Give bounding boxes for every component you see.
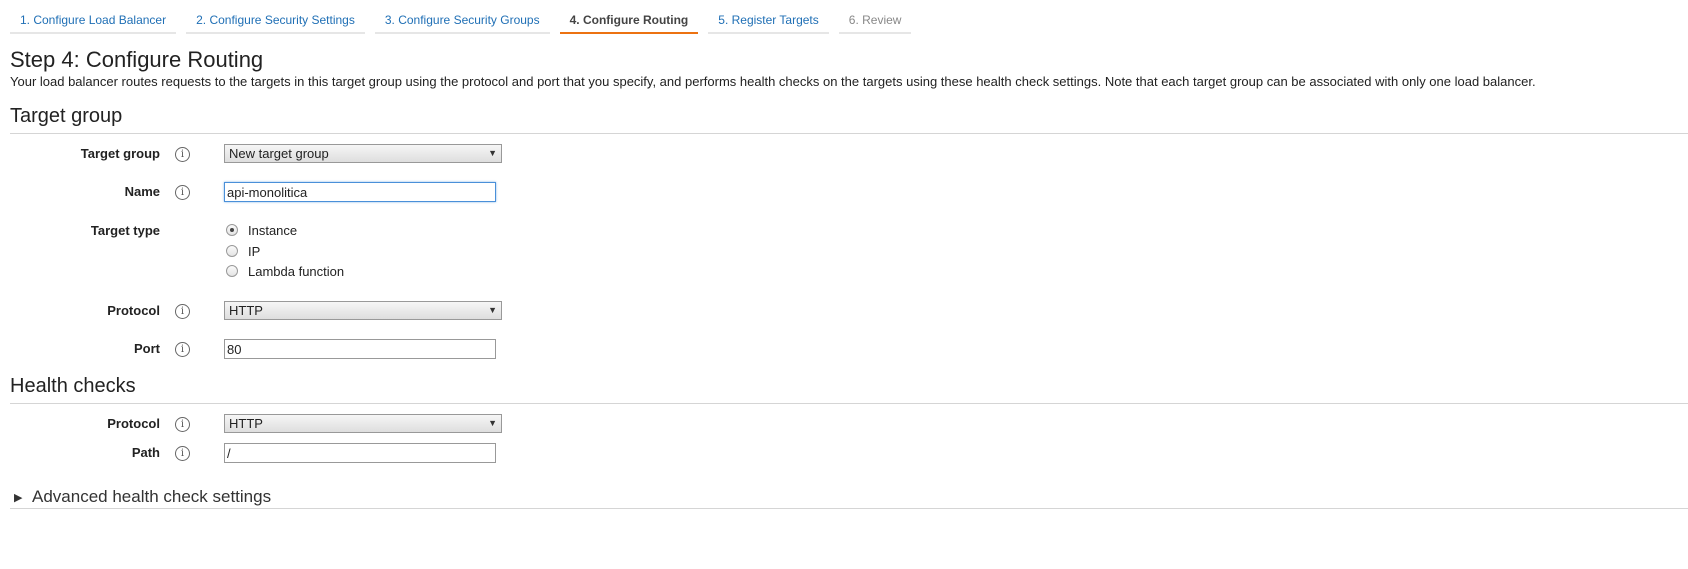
step-configure-load-balancer[interactable]: 1. Configure Load Balancer [10, 0, 177, 34]
chevron-down-icon: ▼ [488, 148, 497, 158]
target-type-option-instance[interactable]: Instance [226, 222, 297, 238]
page-description: Your load balancer routes requests to th… [10, 74, 1536, 89]
advanced-health-check-toggle[interactable]: ▶ Advanced health check settings [14, 487, 271, 507]
step-configure-security-settings[interactable]: 2. Configure Security Settings [186, 0, 365, 34]
health-protocol-label: Protocol [107, 416, 160, 431]
step-review: 6. Review [838, 0, 912, 34]
target-group-info-icon[interactable]: i [175, 147, 190, 162]
name-label: Name [124, 184, 160, 199]
target-type-lambda-radio[interactable] [226, 265, 238, 277]
section-divider [10, 403, 1688, 404]
wizard-steps: 1. Configure Load Balancer 2. Configure … [10, 0, 921, 36]
target-group-select-value: New target group [229, 146, 329, 161]
port-input[interactable] [224, 339, 496, 359]
name-info-icon[interactable]: i [175, 185, 190, 200]
target-type-option-lambda[interactable]: Lambda function [226, 263, 344, 279]
target-type-label: Target type [90, 223, 160, 238]
port-info-icon[interactable]: i [175, 342, 190, 357]
expand-arrow-icon: ▶ [14, 491, 23, 504]
page-title: Step 4: Configure Routing [10, 47, 264, 72]
target-group-label: Target group [80, 146, 160, 161]
protocol-select[interactable]: HTTP ▼ [224, 301, 502, 320]
chevron-down-icon: ▼ [488, 418, 497, 428]
target-type-ip-label: IP [248, 243, 261, 259]
path-input[interactable] [224, 443, 496, 463]
name-input[interactable] [224, 182, 496, 202]
section-divider [10, 508, 1688, 509]
health-protocol-select-value: HTTP [229, 416, 263, 431]
chevron-down-icon: ▼ [488, 305, 497, 315]
protocol-label: Protocol [107, 303, 160, 318]
protocol-info-icon[interactable]: i [175, 304, 190, 319]
target-group-section-title: Target group [10, 105, 123, 127]
step-register-targets[interactable]: 5. Register Targets [708, 0, 829, 34]
step-configure-security-groups[interactable]: 3. Configure Security Groups [374, 0, 550, 34]
section-divider [10, 133, 1688, 134]
target-type-instance-radio[interactable] [226, 224, 238, 236]
target-type-instance-label: Instance [248, 222, 298, 238]
target-type-lambda-label: Lambda function [248, 263, 345, 279]
path-label: Path [131, 445, 160, 460]
health-protocol-info-icon[interactable]: i [175, 417, 190, 432]
advanced-health-check-label: Advanced health check settings [32, 487, 272, 506]
path-info-icon[interactable]: i [175, 446, 190, 461]
step-configure-routing[interactable]: 4. Configure Routing [559, 0, 699, 34]
target-type-ip-radio[interactable] [226, 245, 238, 257]
port-label: Port [134, 341, 160, 356]
target-type-option-ip[interactable]: IP [226, 243, 260, 259]
target-group-select[interactable]: New target group ▼ [224, 144, 502, 163]
health-protocol-select[interactable]: HTTP ▼ [224, 414, 502, 433]
health-checks-section-title: Health checks [10, 375, 136, 397]
protocol-select-value: HTTP [229, 303, 263, 318]
